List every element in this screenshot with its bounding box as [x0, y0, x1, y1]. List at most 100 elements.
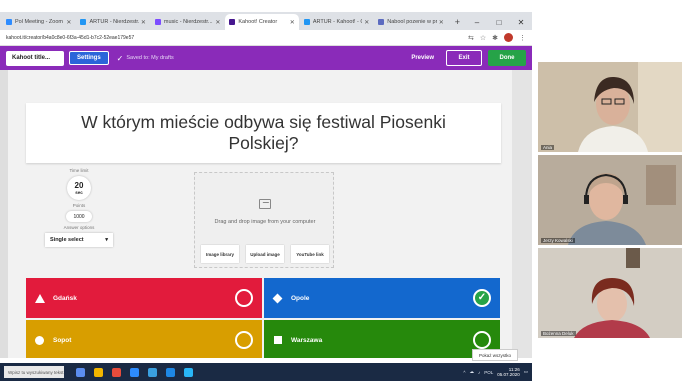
- done-button[interactable]: Done: [488, 50, 526, 66]
- points-selector[interactable]: 1000: [66, 211, 92, 222]
- correct-toggle[interactable]: [235, 289, 253, 307]
- media-dropzone[interactable]: Drag and drop image from your computer I…: [194, 172, 334, 268]
- volume-icon[interactable]: ♪: [478, 370, 480, 375]
- address-icons: ⇆ ☆ ✱ ⋮: [468, 33, 526, 42]
- tab-artur-kahoot[interactable]: ARTUR - Kahoot! - Go...✕: [300, 14, 373, 30]
- app-icon[interactable]: [166, 367, 175, 377]
- tab-title: ARTUR - Kahoot! - Go...: [312, 19, 362, 25]
- notification-icon[interactable]: ▭: [524, 369, 528, 375]
- settings-button[interactable]: Settings: [69, 51, 109, 65]
- zoom-notification[interactable]: Pokaż wszystko: [472, 349, 518, 361]
- minimize-button[interactable]: –: [466, 18, 488, 27]
- answer-3[interactable]: Sopot: [26, 320, 262, 358]
- check-icon: ✓: [477, 292, 487, 303]
- close-icon[interactable]: ✕: [439, 19, 444, 26]
- browser-window: Pol Meeting - Zoom ✕ ARTUR - Nierdzestr..…: [0, 12, 532, 358]
- tab-bar: Pol Meeting - Zoom ✕ ARTUR - Nierdzestr..…: [0, 12, 532, 30]
- image-library-button[interactable]: Image library: [201, 245, 239, 263]
- url-text[interactable]: kahoot.it/creator/b4a0c8e0-6f3a-45d1-b7c…: [6, 35, 468, 41]
- kahoot-icon: [229, 19, 236, 25]
- address-bar[interactable]: kahoot.it/creator/b4a0c8e0-6f3a-45d1-b7c…: [0, 30, 532, 46]
- correct-toggle[interactable]: ✓: [473, 289, 491, 307]
- time-limit-value: 20: [74, 180, 84, 190]
- menu-icon[interactable]: ⋮: [519, 34, 526, 42]
- answer-1[interactable]: Gdańsk: [26, 278, 262, 318]
- profile-avatar[interactable]: [504, 33, 513, 42]
- star-icon[interactable]: ☆: [480, 34, 486, 42]
- maximize-button[interactable]: □: [488, 18, 510, 27]
- diamond-icon: [272, 293, 283, 303]
- answer-options-select[interactable]: Single select ▾: [45, 233, 113, 247]
- chrome-icon[interactable]: [112, 367, 121, 377]
- check-icon: ✓: [116, 53, 124, 63]
- cloud-icon[interactable]: ☁: [469, 369, 474, 375]
- participant-name: Bożenna Deluk: [541, 331, 576, 336]
- participant-video[interactable]: Ania: [538, 62, 682, 152]
- close-icon[interactable]: ✕: [66, 19, 71, 26]
- participant-video-image: [538, 62, 682, 152]
- taskbar-apps: [76, 367, 193, 377]
- edge-icon[interactable]: [148, 367, 157, 377]
- answer-text[interactable]: Sopot: [53, 337, 235, 344]
- tab-nabool[interactable]: Nabool pozenie w pro...✕: [374, 14, 447, 30]
- triangle-icon: [34, 293, 45, 303]
- right-panel-edge: [512, 70, 532, 358]
- correct-toggle[interactable]: [235, 331, 253, 349]
- zoom-app-icon[interactable]: [130, 367, 139, 377]
- answer-text[interactable]: Gdańsk: [53, 295, 235, 302]
- clock[interactable]: 11:26 05.07.2020: [497, 367, 520, 377]
- participant-video-image: [538, 248, 682, 338]
- close-icon[interactable]: ✕: [290, 19, 295, 26]
- taskbar: Wpisz tu wyszukiwany tekst ^ ☁ ♪ POL 11:…: [0, 363, 532, 381]
- question-text: W którym mieście odbywa się festiwal Pio…: [81, 112, 446, 153]
- answer-options-label: Answer options: [63, 225, 95, 230]
- image-icon: [259, 199, 271, 209]
- youtube-link-button[interactable]: YouTube link: [291, 245, 329, 263]
- upload-image-button[interactable]: Upload image: [246, 245, 284, 263]
- close-icon[interactable]: ✕: [141, 19, 146, 26]
- time-limit-unit: sec: [75, 189, 83, 195]
- video-panel: Ania Jerzy Kowalski Bożenna Deluk: [532, 0, 687, 381]
- preview-button[interactable]: Preview: [403, 51, 442, 66]
- extension-icon[interactable]: ✱: [492, 34, 498, 42]
- tab-title: Nabool pozenie w pro...: [387, 19, 436, 25]
- tab-music[interactable]: music - Nierdzestr... ✕: [151, 14, 224, 30]
- folder-icon[interactable]: [94, 367, 103, 377]
- tab-artur[interactable]: ARTUR - Nierdzestr... ✕: [76, 14, 149, 30]
- doc-icon: [154, 19, 161, 25]
- language-indicator[interactable]: POL: [484, 370, 493, 375]
- tab-zoom[interactable]: Pol Meeting - Zoom ✕: [2, 14, 75, 30]
- correct-toggle[interactable]: [473, 331, 491, 349]
- participant-video[interactable]: Jerzy Kowalski: [538, 155, 682, 245]
- taskbar-search[interactable]: Wpisz tu wyszukiwany tekst: [4, 366, 64, 378]
- zoom-icon: [6, 19, 12, 25]
- slide-list-edge: [0, 70, 8, 358]
- system-tray: ^ ☁ ♪ POL 11:26 05.07.2020 ▭: [463, 367, 528, 377]
- answer-text[interactable]: Warszawa: [291, 337, 473, 344]
- chevron-up-icon[interactable]: ^: [463, 370, 465, 375]
- page-icon: [378, 19, 385, 25]
- translate-icon[interactable]: ⇆: [468, 34, 474, 42]
- editor-canvas: W którym mieście odbywa się festiwal Pio…: [0, 70, 532, 358]
- participant-name: Ania: [541, 145, 555, 150]
- circle-icon: [35, 335, 44, 345]
- close-icon[interactable]: ✕: [215, 19, 220, 26]
- app-icon[interactable]: [184, 367, 193, 377]
- new-tab-button[interactable]: +: [449, 14, 466, 30]
- quiz-title-field[interactable]: Kahoot title...: [6, 50, 64, 66]
- answer-text[interactable]: Opole: [291, 295, 473, 302]
- time-limit-selector[interactable]: 20 sec: [67, 176, 91, 200]
- task-view-icon[interactable]: [76, 367, 85, 377]
- caret-down-icon: ▾: [105, 237, 108, 243]
- close-window-button[interactable]: ✕: [510, 18, 532, 27]
- answer-4[interactable]: Warszawa: [264, 320, 500, 358]
- exit-button[interactable]: Exit: [446, 50, 482, 66]
- answer-2[interactable]: Opole ✓: [264, 278, 500, 318]
- clock-date: 05.07.2020: [497, 372, 520, 377]
- tab-kahoot-creator[interactable]: Kahoot! Creator ✕: [225, 14, 299, 30]
- media-buttons: Image library Upload image YouTube link: [201, 245, 329, 263]
- time-limit-label: Time limit: [69, 168, 89, 173]
- participant-video[interactable]: Bożenna Deluk: [538, 248, 682, 338]
- close-icon[interactable]: ✕: [364, 19, 369, 26]
- question-field[interactable]: W którym mieście odbywa się festiwal Pio…: [26, 103, 501, 163]
